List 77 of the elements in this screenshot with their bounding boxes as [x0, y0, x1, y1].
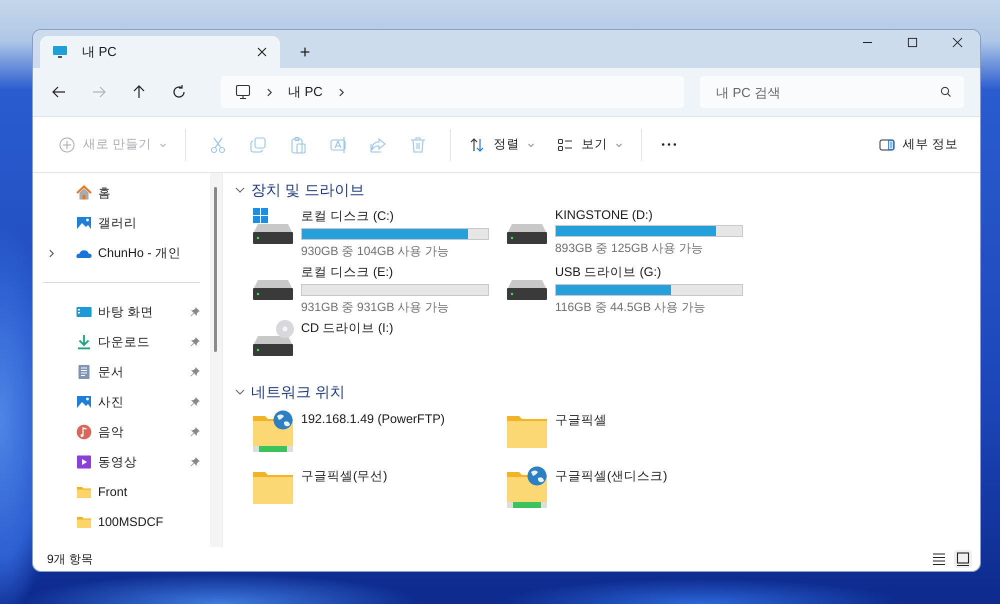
sidebar-item[interactable]: 갤러리: [33, 208, 210, 238]
video-icon: [76, 454, 92, 470]
pin-icon[interactable]: [190, 427, 200, 437]
plus-icon: [59, 136, 75, 152]
network-folder-icon[interactable]: [505, 466, 549, 510]
sidebar-item[interactable]: 동영상: [33, 447, 210, 477]
picture-icon: [76, 394, 92, 410]
home-icon: [76, 185, 92, 201]
folder-icon: [76, 484, 92, 500]
chevron-right-icon[interactable]: [336, 88, 346, 96]
close-icon[interactable]: [952, 37, 963, 48]
pin-icon[interactable]: [190, 307, 200, 317]
maximize-icon[interactable]: [907, 37, 918, 48]
sidebar-item[interactable]: 음악: [33, 417, 210, 447]
free-space-text: 893GB 중 125GB 사용 가능: [555, 240, 704, 257]
monitor-icon: [235, 84, 251, 100]
tiles-view-icon[interactable]: [954, 550, 972, 568]
tab-title: 내 PC: [82, 43, 118, 61]
music-icon: [76, 424, 92, 440]
drive-name: CD 드라이브 (I:): [301, 320, 394, 337]
search-field[interactable]: 내 PC 검색: [700, 76, 964, 108]
drive-name: 구글픽셀: [555, 412, 607, 429]
network-folder-icon[interactable]: [251, 410, 295, 454]
drive-name: 192.168.1.49 (PowerFTP): [301, 412, 445, 426]
drive-name: KINGSTONE (D:): [555, 208, 654, 222]
sidebar-item[interactable]: 사진: [33, 387, 210, 417]
monitor-icon: [52, 44, 68, 60]
section-header[interactable]: 장치 및 드라이브: [235, 180, 980, 200]
drive-name: 로컬 디스크 (C:): [301, 208, 395, 225]
gallery-icon: [76, 215, 92, 231]
close-icon[interactable]: [256, 46, 268, 58]
details-button[interactable]: 세부 정보: [872, 130, 964, 159]
chevron-down-icon: [527, 140, 536, 148]
drive-name: 구글픽셀(샌디스크): [555, 468, 668, 485]
drive-name: 로컬 디스크 (E:): [301, 264, 394, 281]
sidebar-item[interactable]: 다운로드: [33, 327, 210, 357]
chevron-down-icon: [159, 140, 168, 148]
pin-icon[interactable]: [190, 367, 200, 377]
free-space-text: 930GB 중 104GB 사용 가능: [301, 243, 450, 260]
desktop-icon: [76, 304, 92, 320]
more-options-icon[interactable]: [660, 142, 678, 147]
sidebar-item[interactable]: Front: [33, 477, 210, 507]
pin-icon[interactable]: [190, 397, 200, 407]
download-icon: [76, 334, 92, 350]
view-button[interactable]: 보기: [551, 130, 630, 159]
sidebar-item[interactable]: ChunHo - 개인: [33, 238, 210, 268]
pin-icon[interactable]: [190, 457, 200, 467]
section-header[interactable]: 네트워크 위치: [235, 382, 980, 402]
breadcrumb-item[interactable]: 내 PC: [288, 83, 323, 101]
pin-icon[interactable]: [190, 337, 200, 347]
expand-chevron-icon[interactable]: [47, 248, 56, 258]
scrollbar-thumb[interactable]: [214, 187, 217, 352]
document-icon: [76, 364, 92, 380]
folder-icon: [76, 514, 92, 530]
sort-icon: [469, 136, 486, 152]
search-icon: [940, 86, 952, 98]
chevron-down-icon: [615, 140, 624, 148]
section-title: 네트워크 위치: [251, 382, 346, 402]
free-space-text: 931GB 중 931GB 사용 가능: [301, 299, 450, 316]
section-title: 장치 및 드라이브: [251, 180, 364, 200]
new-tab-button[interactable]: +: [290, 36, 320, 68]
view-layout-icon: [557, 136, 574, 152]
free-space-text: 116GB 중 44.5GB 사용 가능: [555, 299, 706, 316]
sidebar-item[interactable]: 바탕 화면: [33, 297, 210, 327]
sidebar-item[interactable]: 홈: [33, 178, 210, 208]
drive-name: USB 드라이브 (G:): [555, 264, 662, 281]
tab[interactable]: 내 PC: [40, 36, 280, 68]
details-pane-icon: [878, 136, 895, 152]
sidebar-item[interactable]: 문서: [33, 357, 210, 387]
chevron-right-icon[interactable]: [265, 88, 274, 96]
address-bar[interactable]: 내 PC: [221, 76, 684, 108]
collapse-chevron-icon[interactable]: [235, 387, 245, 397]
drive-name: 구글픽셀(무선): [301, 468, 388, 485]
sort-button[interactable]: 정렬: [463, 130, 542, 159]
sidebar-item[interactable]: 100MSDCF: [33, 507, 210, 537]
item-count: 9개 항목: [47, 550, 94, 568]
collapse-chevron-icon[interactable]: [235, 185, 245, 195]
